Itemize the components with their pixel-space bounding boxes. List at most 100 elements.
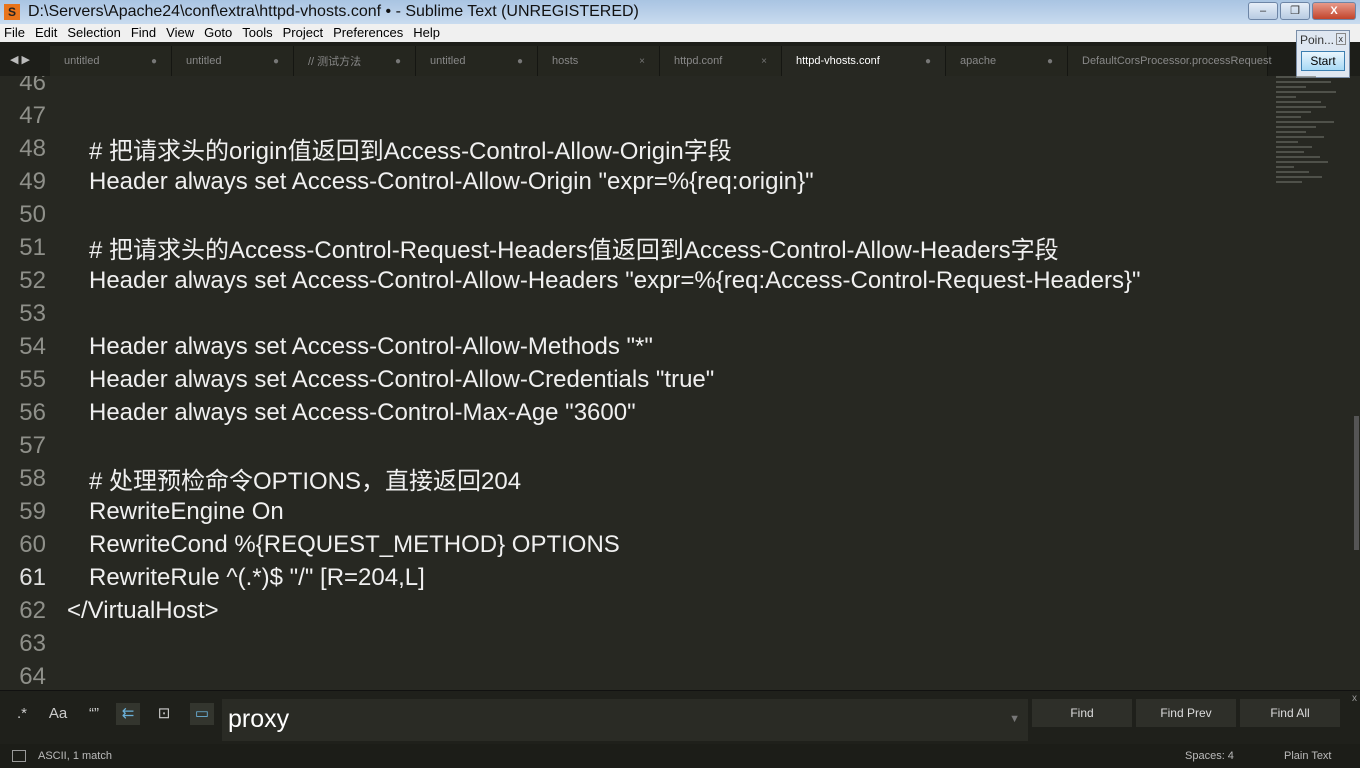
menu-edit[interactable]: Edit <box>35 24 57 42</box>
line-text: # 处理预检命令OPTIONS，直接返回204 <box>89 468 522 495</box>
tab-close-icon[interactable]: × <box>639 56 645 67</box>
tab-label: httpd.conf <box>674 55 723 67</box>
tab-label: // 测试方法 <box>308 56 362 68</box>
minimap-line <box>1276 181 1302 183</box>
minimap-line <box>1276 146 1312 148</box>
line-text: # 把请求头的Access-Control-Request-Headers值返回… <box>89 237 1059 264</box>
code-line: 64 <box>0 660 1270 690</box>
minimap[interactable] <box>1276 76 1350 206</box>
line-text: Header always set Access-Control-Allow-O… <box>89 167 814 195</box>
line-number: 46 <box>19 76 46 96</box>
code-line: 59 RewriteEngine On <box>0 495 1270 528</box>
line-number: 50 <box>19 200 46 228</box>
code-line: 53 <box>0 297 1270 330</box>
tab[interactable]: untitled ● <box>172 46 294 76</box>
start-button[interactable]: Start <box>1301 51 1345 71</box>
tab-label: untitled <box>64 55 100 67</box>
tab-close-icon[interactable]: ● <box>151 56 157 67</box>
code-line: 58 # 处理预检命令OPTIONS，直接返回204 <box>0 462 1270 496</box>
minimize-button[interactable]: – <box>1248 2 1278 20</box>
line-text: RewriteCond %{REQUEST_METHOD} OPTIONS <box>89 530 620 558</box>
minimap-line <box>1276 156 1320 158</box>
menu-tools[interactable]: Tools <box>242 24 272 42</box>
menu-preferences[interactable]: Preferences <box>333 24 403 42</box>
minimap-line <box>1276 111 1311 113</box>
line-number: 61 <box>19 563 46 591</box>
close-button[interactable]: X <box>1312 2 1356 20</box>
line-text: RewriteRule ^(.*)$ "/" [R=204,L] <box>89 563 425 591</box>
history-dropdown-icon[interactable]: ▼ <box>1009 699 1020 739</box>
line-number: 64 <box>19 662 46 690</box>
regex-toggle[interactable]: .* <box>10 703 34 725</box>
tab[interactable]: httpd.conf × <box>660 46 782 76</box>
menu-view[interactable]: View <box>166 24 194 42</box>
indentation-status[interactable]: Spaces: 4 <box>1185 750 1234 762</box>
find-all-button[interactable]: Find All <box>1240 699 1340 727</box>
code-line: 46 <box>0 76 1270 99</box>
minimap-line <box>1276 131 1306 133</box>
tab-close-icon[interactable]: ● <box>925 56 931 67</box>
restore-button[interactable]: ❐ <box>1280 2 1310 20</box>
line-number: 57 <box>19 431 46 459</box>
tab-close-icon[interactable]: × <box>761 56 767 67</box>
tab-label: untitled <box>430 55 466 67</box>
highlight-toggle[interactable]: ▭ <box>190 703 214 725</box>
tab-close-icon[interactable]: ● <box>517 56 523 67</box>
tab[interactable]: untitled ● <box>416 46 538 76</box>
line-text: # 把请求头的origin值返回到Access-Control-Allow-Or… <box>89 138 732 165</box>
tab[interactable]: apache ● <box>946 46 1068 76</box>
minimap-line <box>1276 176 1322 178</box>
panel-toggle-icon[interactable] <box>12 750 26 762</box>
wrap-toggle[interactable]: ⇇ <box>116 703 140 725</box>
line-number: 47 <box>19 101 46 129</box>
pointer-popup: Poin... x Start <box>1296 30 1350 78</box>
scrollbar[interactable] <box>1354 416 1359 550</box>
tab[interactable]: DefaultCorsProcessor.processRequest <box>1068 46 1272 76</box>
syntax-status[interactable]: Plain Text <box>1284 750 1332 762</box>
code-line: 60 RewriteCond %{REQUEST_METHOD} OPTIONS <box>0 528 1270 561</box>
tab-close-icon[interactable]: ● <box>395 56 401 67</box>
tab[interactable]: hosts × <box>538 46 660 76</box>
sublime-logo-icon: S <box>4 4 20 20</box>
tab-close-icon[interactable]: ● <box>273 56 279 67</box>
menu-file[interactable]: File <box>4 24 25 42</box>
case-toggle[interactable]: Aa <box>46 703 70 725</box>
line-text: Header always set Access-Control-Max-Age… <box>89 398 636 426</box>
status-bar: ASCII, 1 match Spaces: 4 Plain Text <box>0 744 1360 768</box>
find-input[interactable]: proxy ▼ <box>222 699 1028 741</box>
line-number: 59 <box>19 497 46 525</box>
minimap-line <box>1276 101 1321 103</box>
minimap-line <box>1276 86 1306 88</box>
menu-find[interactable]: Find <box>131 24 156 42</box>
menu-goto[interactable]: Goto <box>204 24 232 42</box>
code-line: 50 <box>0 198 1270 231</box>
tab[interactable]: // 测试方法 ● <box>294 46 416 76</box>
find-prev-button[interactable]: Find Prev <box>1136 699 1236 727</box>
popup-close-button[interactable]: x <box>1335 33 1346 45</box>
minimap-line <box>1276 136 1324 138</box>
in-selection-toggle[interactable]: ⊡ <box>152 703 176 725</box>
minimap-line <box>1276 151 1304 153</box>
tab[interactable]: untitled ● <box>50 46 172 76</box>
menu-selection[interactable]: Selection <box>67 24 120 42</box>
tab-label: apache <box>960 55 997 67</box>
minimap-line <box>1276 76 1316 78</box>
tab[interactable]: httpd-vhosts.conf ● <box>782 46 946 76</box>
line-number: 52 <box>19 266 46 294</box>
menu-help[interactable]: Help <box>413 24 440 42</box>
find-close-button[interactable]: x <box>1352 693 1357 704</box>
tab-nav-arrows-icon[interactable]: ◀ ▶ <box>0 53 50 66</box>
code-line: 54 Header always set Access-Control-Allow… <box>0 330 1270 363</box>
find-input-value: proxy <box>228 705 290 733</box>
tab-close-icon[interactable]: ● <box>1047 56 1053 67</box>
minimap-line <box>1276 96 1296 98</box>
code-editor[interactable]: 46 47 48 # 把请求头的origin值返回到Access-Control-Al… <box>0 76 1270 690</box>
whole-word-toggle[interactable]: “” <box>82 703 106 725</box>
status-text: ASCII, 1 match <box>38 750 112 762</box>
menu-project[interactable]: Project <box>283 24 323 42</box>
tab-bar: ◀ ▶ untitled ● untitled ●// 测试方法 ● untitled ● h… <box>0 42 1360 76</box>
code-line: 57 <box>0 429 1270 462</box>
find-button[interactable]: Find <box>1032 699 1132 727</box>
popup-title: Poin... <box>1300 33 1335 47</box>
minimap-line <box>1276 116 1301 118</box>
